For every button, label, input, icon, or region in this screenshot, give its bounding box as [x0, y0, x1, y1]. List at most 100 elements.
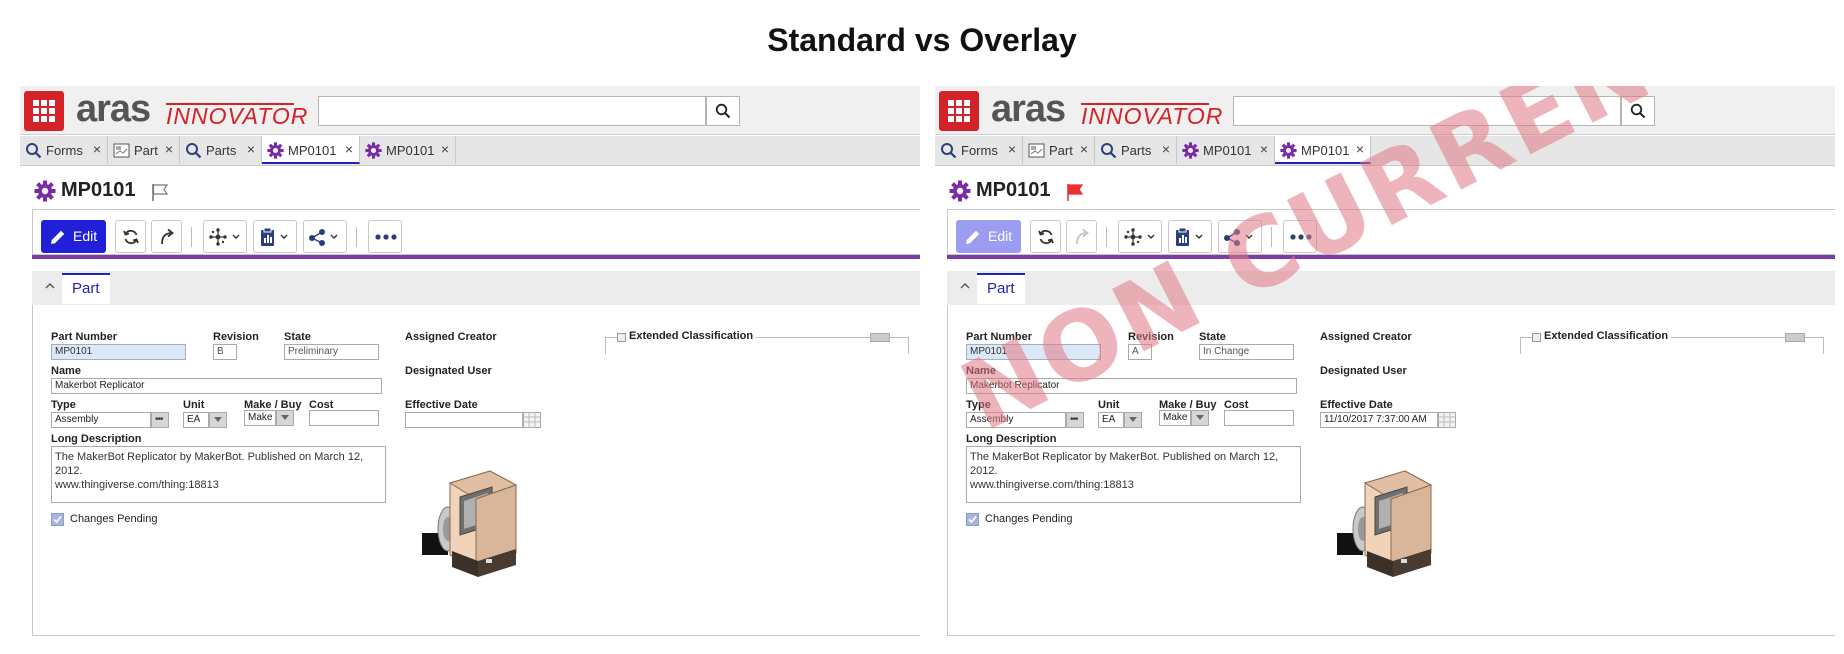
more-actions-button[interactable] — [368, 220, 402, 253]
chevron-down-icon — [214, 417, 222, 422]
close-icon[interactable]: × — [165, 141, 173, 157]
tab-forms[interactable]: Forms × — [20, 136, 108, 164]
state-field[interactable]: Preliminary — [284, 344, 379, 360]
chevron-up-icon[interactable] — [959, 280, 971, 292]
unit-dropdown-button[interactable] — [1124, 412, 1142, 428]
gear-icon — [1280, 142, 1297, 159]
effective-date-field[interactable]: 11/10/2017 7:37:00 AM — [1320, 412, 1438, 428]
assigned-creator-label: Assigned Creator — [1320, 331, 1412, 343]
item-title: MP0101 — [976, 179, 1051, 201]
tab-label: Parts — [1121, 143, 1152, 158]
edit-label: Edit — [73, 228, 98, 244]
revision-field[interactable]: B — [213, 344, 237, 360]
expand-triangle-icon[interactable] — [617, 333, 626, 342]
tab-parts[interactable]: Parts × — [1095, 136, 1177, 164]
global-search-input[interactable] — [318, 96, 706, 126]
name-field[interactable]: Makerbot Replicator — [51, 378, 382, 394]
cost-field[interactable] — [309, 410, 379, 426]
form-icon — [1028, 143, 1045, 158]
tab-label: Parts — [206, 143, 237, 158]
app-menu-waffle-icon[interactable] — [24, 91, 64, 131]
ellipsis-icon: ••• — [155, 414, 163, 425]
part-number-label: Part Number — [51, 331, 118, 343]
make-buy-select[interactable]: Make — [1159, 410, 1191, 426]
search-icon — [186, 143, 202, 159]
type-label: Type — [51, 399, 76, 411]
close-icon[interactable]: × — [247, 141, 255, 157]
refresh-button[interactable] — [115, 220, 146, 253]
effective-date-label: Effective Date — [405, 399, 478, 411]
close-icon[interactable]: × — [1260, 141, 1268, 157]
effective-date-label: Effective Date — [1320, 399, 1393, 411]
more-dots-icon — [375, 234, 397, 240]
long-description-textarea[interactable]: The MakerBot Replicator by MakerBot. Pub… — [966, 446, 1301, 503]
tab-mp0101-2[interactable]: MP0101 × — [360, 136, 456, 164]
part-number-field[interactable]: MP0101 — [51, 344, 186, 360]
designated-user-label: Designated User — [405, 365, 492, 377]
chevron-down-icon — [281, 415, 289, 420]
name-label: Name — [51, 365, 81, 377]
make-buy-select[interactable]: Make — [244, 410, 276, 426]
checkmark-icon — [53, 515, 62, 524]
tab-forms[interactable]: Forms × — [935, 136, 1023, 164]
promote-button[interactable] — [151, 220, 182, 253]
app-menu-waffle-icon[interactable] — [939, 91, 979, 131]
unit-select[interactable]: EA — [1098, 412, 1124, 428]
effective-date-field[interactable] — [405, 412, 523, 428]
cost-field[interactable] — [1224, 410, 1294, 426]
section-tab-part[interactable]: Part — [62, 273, 110, 304]
tab-part[interactable]: Part × — [108, 136, 180, 164]
type-ellipsis-button[interactable]: ••• — [151, 412, 169, 428]
refresh-icon — [1038, 229, 1054, 245]
section-tab-part[interactable]: Part — [977, 273, 1025, 304]
tab-mp0101-1[interactable]: MP0101 × — [262, 136, 360, 164]
close-icon[interactable]: × — [1080, 141, 1088, 157]
revision-label: Revision — [213, 331, 259, 343]
close-icon[interactable]: × — [1008, 141, 1016, 157]
chevron-down-icon — [1196, 415, 1204, 420]
flag-icon[interactable] — [150, 182, 170, 202]
tab-parts[interactable]: Parts × — [180, 136, 262, 164]
close-icon[interactable]: × — [93, 141, 101, 157]
tab-bar: Forms × Part × Parts × MP0101 × MP0101 × — [20, 136, 920, 166]
checkmark-icon — [968, 515, 977, 524]
reports-button[interactable] — [253, 220, 297, 253]
flag-icon[interactable] — [1065, 182, 1085, 202]
type-field[interactable]: Assembly — [51, 412, 151, 428]
close-icon[interactable]: × — [441, 141, 449, 157]
structure-browser-button[interactable] — [203, 220, 247, 253]
close-icon[interactable]: × — [1162, 141, 1170, 157]
state-field[interactable]: In Change — [1199, 344, 1294, 360]
calendar-icon[interactable] — [523, 412, 541, 428]
extended-classification-menu-button[interactable] — [870, 333, 890, 342]
structure-icon — [1124, 228, 1155, 246]
search-button[interactable] — [706, 96, 740, 126]
toolbar-accent-line — [32, 255, 920, 259]
unit-dropdown-button[interactable] — [209, 412, 227, 428]
changes-pending-checkbox[interactable] — [966, 513, 979, 526]
changes-pending-checkbox[interactable] — [51, 513, 64, 526]
calendar-icon[interactable] — [1438, 412, 1456, 428]
state-label: State — [284, 331, 311, 343]
share-button[interactable] — [303, 220, 347, 253]
unit-select[interactable]: EA — [183, 412, 209, 428]
app-header: aras INNOVATOR — [20, 86, 920, 135]
make-buy-dropdown-button[interactable] — [1191, 410, 1209, 426]
edit-button[interactable]: Edit — [956, 220, 1021, 253]
expand-triangle-icon[interactable] — [1532, 333, 1541, 342]
search-icon — [715, 103, 731, 119]
tab-part[interactable]: Part × — [1023, 136, 1095, 164]
extended-classification-menu-button[interactable] — [1785, 333, 1805, 342]
tab-mp0101-1[interactable]: MP0101 × — [1177, 136, 1275, 164]
edit-button[interactable]: Edit — [41, 220, 106, 253]
logo-aras-text: aras — [76, 88, 151, 130]
promote-button[interactable] — [1066, 220, 1097, 253]
page-title: Standard vs Overlay — [767, 22, 1077, 58]
close-icon[interactable]: × — [345, 141, 353, 157]
promote-arrow-icon — [161, 228, 174, 245]
tab-label: Forms — [46, 143, 83, 158]
chevron-up-icon[interactable] — [44, 280, 56, 292]
long-description-textarea[interactable]: The MakerBot Replicator by MakerBot. Pub… — [51, 446, 386, 503]
make-buy-dropdown-button[interactable] — [276, 410, 294, 426]
refresh-button[interactable] — [1030, 220, 1061, 253]
